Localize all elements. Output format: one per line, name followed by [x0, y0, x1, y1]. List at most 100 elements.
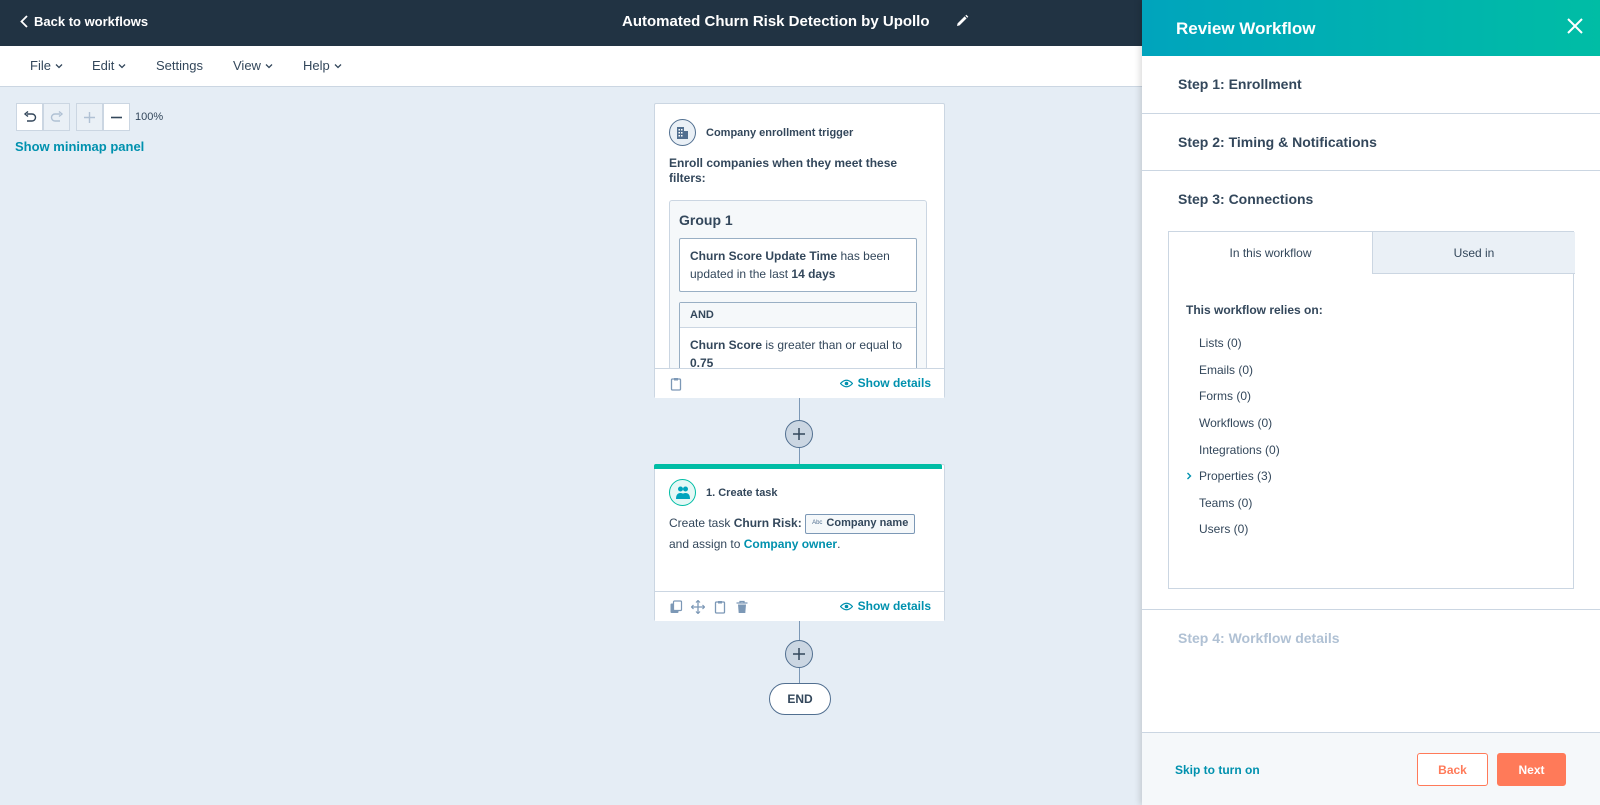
dependency-list: Lists (0) Emails (0) Forms (0) Workflows…	[1187, 330, 1280, 543]
assign-text: and assign to	[669, 537, 744, 551]
chevron-left-icon	[20, 15, 28, 28]
step-enrollment[interactable]: Step 1: Enrollment	[1142, 56, 1600, 114]
task-card-header: 1. Create task	[669, 479, 778, 506]
menu-help[interactable]: Help	[303, 58, 342, 73]
dependency-workflows: Workflows (0)	[1199, 416, 1273, 431]
move-icon[interactable]	[691, 600, 705, 614]
enrollment-trigger-card[interactable]: Company enrollment trigger Enroll compan…	[654, 103, 945, 398]
trigger-description: Enroll companies when they meet these fi…	[669, 156, 898, 185]
task-card-title: 1. Create task	[706, 486, 778, 499]
back-to-workflows-link[interactable]: Back to workflows	[20, 14, 148, 29]
zoom-level: 100%	[135, 111, 164, 123]
chevron-down-icon	[118, 63, 126, 68]
menu-edit[interactable]: Edit	[92, 58, 126, 73]
dependency-teams: Teams (0)	[1199, 495, 1253, 510]
close-icon[interactable]	[1566, 17, 1584, 35]
task-card-footer: Show details	[655, 591, 944, 621]
chevron-down-icon	[265, 63, 273, 68]
undo-button[interactable]	[16, 103, 43, 131]
dependency-users: Users (0)	[1199, 522, 1249, 537]
and-label: AND	[680, 303, 916, 328]
dependency-properties[interactable]: Properties (3)	[1187, 463, 1280, 490]
zoom-out-button[interactable]	[103, 103, 130, 131]
skip-to-turn-on-link[interactable]: Skip to turn on	[1175, 763, 1260, 777]
filter-property: Churn Score Update Time	[690, 249, 838, 263]
task-people-icon	[669, 479, 696, 506]
pencil-edit-icon[interactable]	[955, 14, 969, 28]
tab-in-this-workflow[interactable]: In this workflow	[1169, 232, 1372, 274]
menu-view[interactable]: View	[233, 58, 273, 73]
panel-title: Review Workflow	[1176, 19, 1316, 38]
task-text-prefix: Create task	[669, 516, 734, 530]
dependency-emails: Emails (0)	[1199, 362, 1254, 377]
add-action-button[interactable]	[785, 420, 813, 448]
company-name-token: Abc Company name	[805, 513, 916, 534]
plus-icon	[793, 648, 805, 660]
plus-icon	[793, 428, 805, 440]
clipboard-icon[interactable]	[713, 600, 727, 614]
trigger-card-title: Company enrollment trigger	[706, 126, 854, 139]
add-action-button[interactable]	[785, 640, 813, 668]
review-workflow-panel: Review Workflow Step 1: Enrollment Step …	[1142, 0, 1600, 805]
chevron-right-icon[interactable]	[1185, 472, 1193, 480]
filter-property: Churn Score	[690, 338, 763, 352]
step-label: Step 1: Enrollment	[1178, 76, 1302, 92]
step-timing-notifications[interactable]: Step 2: Timing & Notifications	[1142, 114, 1600, 171]
menu-bar: File Edit Settings View Help	[0, 46, 1142, 87]
eye-icon	[839, 379, 853, 387]
back-to-workflows-label: Back to workflows	[34, 14, 149, 29]
menu-help-label: Help	[303, 58, 330, 73]
filter-group: Group 1 Churn Score Update Time has been…	[669, 200, 927, 370]
trash-icon[interactable]	[735, 600, 749, 614]
zoom-in-button[interactable]	[76, 103, 103, 131]
copy-icon[interactable]	[669, 600, 683, 614]
and-filter-block[interactable]: AND Churn Score is greater than or equal…	[679, 302, 917, 369]
workflow-title[interactable]: Automated Churn Risk Detection by Upollo	[622, 13, 930, 30]
assignee-link[interactable]: Company owner	[744, 537, 837, 551]
token-label: Company name	[826, 517, 909, 530]
menu-settings-label: Settings	[156, 58, 203, 73]
dependency-integrations: Integrations (0)	[1199, 442, 1280, 457]
back-button[interactable]: Back	[1417, 753, 1488, 786]
create-task-card[interactable]: 1. Create task Create task Churn Risk: A…	[654, 464, 945, 621]
minus-icon	[111, 116, 122, 118]
menu-settings[interactable]: Settings	[156, 58, 203, 73]
task-card-accent-bar	[654, 464, 942, 469]
step-workflow-details: Step 4: Workflow details	[1142, 610, 1600, 670]
undo-icon	[23, 111, 36, 122]
dependency-forms: Forms (0)	[1199, 389, 1251, 404]
show-details-link[interactable]: Show details	[839, 599, 931, 613]
filter-churn-score: Churn Score is greater than or equal to …	[680, 328, 916, 369]
relies-on-label: This workflow relies on:	[1186, 303, 1323, 317]
redo-icon	[50, 111, 63, 122]
next-button[interactable]: Next	[1497, 753, 1566, 786]
menu-file[interactable]: File	[30, 58, 63, 73]
show-details-link[interactable]: Show details	[839, 376, 931, 390]
filter-churn-score-update-time[interactable]: Churn Score Update Time has been updated…	[679, 238, 917, 292]
menu-edit-label: Edit	[92, 58, 115, 73]
tab-used-in[interactable]: Used in	[1372, 232, 1575, 274]
chevron-down-icon	[55, 63, 63, 68]
chevron-down-icon	[334, 63, 342, 68]
eye-icon	[839, 602, 853, 610]
top-header-bar: Back to workflows Automated Churn Risk D…	[0, 0, 1142, 46]
clipboard-icon[interactable]	[669, 377, 683, 391]
group-title: Group 1	[679, 212, 733, 228]
workflow-canvas[interactable]: 100% Show minimap panel Company enrollme…	[0, 87, 1142, 805]
menu-file-label: File	[30, 58, 51, 73]
connections-tabs: In this workflow Used in This workflow r…	[1168, 231, 1575, 589]
show-minimap-link[interactable]: Show minimap panel	[15, 139, 144, 154]
step-label[interactable]: Step 3: Connections	[1178, 191, 1313, 207]
task-name: Churn Risk:	[733, 516, 802, 530]
step-label: Step 2: Timing & Notifications	[1178, 134, 1377, 150]
show-details-label: Show details	[857, 376, 931, 390]
redo-button[interactable]	[43, 103, 70, 131]
period: .	[837, 537, 841, 551]
trigger-card-header: Company enrollment trigger	[669, 119, 853, 146]
menu-view-label: View	[233, 58, 261, 73]
trigger-card-footer: Show details	[655, 368, 944, 398]
task-description: Create task Churn Risk: Abc Company name …	[669, 513, 929, 555]
filter-operator-text: is greater than or equal to	[762, 338, 903, 352]
zoom-controls	[16, 103, 130, 131]
plus-icon	[84, 111, 95, 123]
